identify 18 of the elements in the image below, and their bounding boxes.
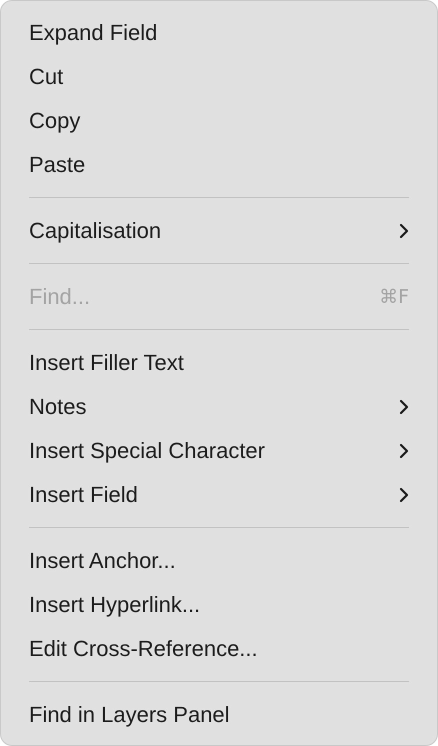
menu-item[interactable]: Edit Cross-Reference... xyxy=(29,627,415,671)
menu-item[interactable]: Find in Layers Panel xyxy=(29,693,415,737)
menu-item[interactable]: Notes xyxy=(29,385,415,429)
menu-item[interactable]: Paste xyxy=(29,143,415,187)
menu-item[interactable]: Insert Anchor... xyxy=(29,539,415,583)
chevron-right-icon xyxy=(399,443,409,459)
chevron-right-icon xyxy=(399,399,409,415)
chevron-right-icon xyxy=(399,223,409,239)
menu-item[interactable]: Capitalisation xyxy=(29,209,415,253)
menu-item[interactable]: Expand Field xyxy=(29,11,415,55)
menu-item[interactable]: Copy xyxy=(29,99,415,143)
menu-item[interactable]: Insert Hyperlink... xyxy=(29,583,415,627)
chevron-right-icon xyxy=(399,487,409,503)
menu-item[interactable]: Cut xyxy=(29,55,415,99)
shortcut-label: ⌘F xyxy=(379,286,409,308)
menu-item[interactable]: Insert Special Character xyxy=(29,429,415,473)
menu-item[interactable]: Insert Field xyxy=(29,473,415,517)
menu-item[interactable]: Insert Filler Text xyxy=(29,341,415,385)
